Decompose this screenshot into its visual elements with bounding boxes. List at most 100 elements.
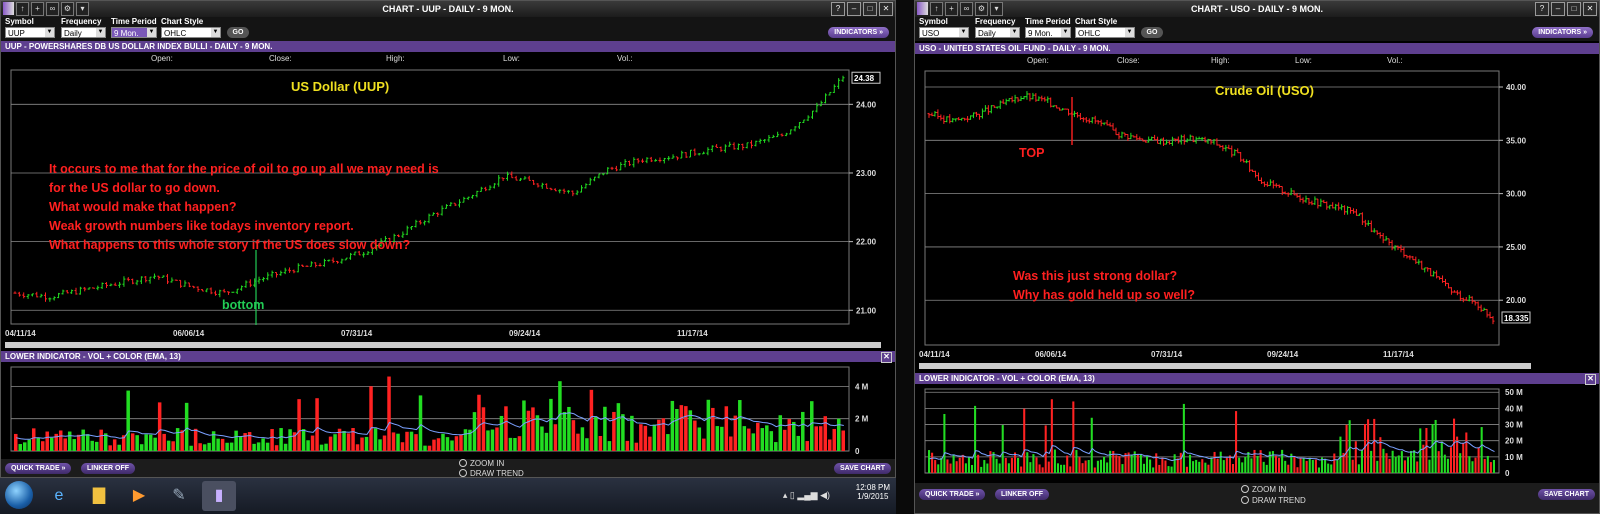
close-icon[interactable]: ✕: [881, 352, 892, 363]
menu-dropdown-icon[interactable]: ▾: [990, 2, 1003, 16]
chart-window-uup: ↑ + ∞ ⚙ ▾ CHART - UUP - DAILY - 9 MON. ?…: [0, 0, 896, 478]
frequency-select[interactable]: Daily ▼: [61, 27, 106, 38]
volume-bar: [274, 445, 279, 451]
pin-icon[interactable]: ↑: [930, 2, 943, 16]
volume-bar: [747, 428, 751, 451]
uup-price-chart[interactable]: 21.00 22.00 23.00 24.00 04/11/14 06/06/14 07/3…: [1, 65, 896, 351]
volume-bar: [998, 463, 1001, 473]
volume-bar: [85, 434, 90, 451]
frequency-label: Frequency: [61, 17, 102, 26]
volume-bar: [193, 428, 198, 451]
volume-bar: [1044, 425, 1047, 473]
save-chart-button[interactable]: SAVE CHART: [1538, 489, 1595, 500]
settings-icon[interactable]: ⚙: [61, 2, 74, 16]
volume-bar: [643, 425, 648, 451]
link-icon[interactable]: ∞: [46, 2, 59, 16]
uso-volume-chart[interactable]: 0 10 M 20 M 30 M 40 M 50 M: [915, 385, 1600, 481]
window-titlebar[interactable]: ↑ + ∞ ⚙ ▾ CHART - UUP - DAILY - 9 MON. ?…: [1, 1, 895, 17]
volume-bar: [1201, 459, 1204, 473]
uso-price-chart[interactable]: 20.00 25.00 30.00 35.00 40.00 04/11/14 06/06/1…: [915, 67, 1600, 373]
system-tray-icons[interactable]: ▴ ▯ ▂▄▆ ◀): [783, 490, 830, 501]
chevron-down-icon[interactable]: ▼: [147, 28, 156, 37]
chart-style-select[interactable]: OHLC ▼: [161, 27, 221, 38]
x-tick-label: 06/06/14: [173, 329, 205, 338]
frequency-label: Frequency: [975, 17, 1016, 26]
link-icon[interactable]: ∞: [960, 2, 973, 16]
volume-bar: [1483, 458, 1486, 473]
uup-volume-chart[interactable]: 0 2 M 4 M: [1, 363, 896, 459]
minimize-icon[interactable]: –: [1551, 2, 1565, 16]
charting-app-icon[interactable]: ▮: [202, 481, 236, 511]
crosshair-icon[interactable]: +: [31, 2, 44, 16]
settings-icon[interactable]: ⚙: [975, 2, 988, 16]
close-icon[interactable]: ✕: [1585, 374, 1596, 385]
volume-bar: [711, 407, 715, 451]
volume-bar: [961, 454, 964, 473]
x-tick-label: 11/17/14: [677, 329, 708, 338]
chevron-down-icon[interactable]: ▼: [211, 28, 220, 37]
app-logo-icon: [917, 2, 928, 15]
chevron-down-icon[interactable]: ▼: [1125, 28, 1134, 37]
chevron-down-icon[interactable]: ▼: [1010, 28, 1019, 37]
chevron-down-icon[interactable]: ▼: [96, 28, 105, 37]
frequency-select[interactable]: Daily ▼: [975, 27, 1020, 38]
volume-bar: [756, 422, 760, 451]
close-icon[interactable]: ✕: [879, 2, 893, 16]
symbol-input[interactable]: UUP ▼: [5, 27, 55, 38]
volume-bar: [387, 376, 391, 451]
volume-bar: [1397, 455, 1400, 473]
go-button[interactable]: GO: [1141, 27, 1163, 38]
draw-trend-radio[interactable]: DRAW TREND: [1241, 496, 1306, 505]
chevron-down-icon[interactable]: ▼: [1061, 28, 1070, 37]
start-button[interactable]: [5, 481, 33, 509]
volume-bar: [1489, 462, 1492, 473]
crosshair-icon[interactable]: +: [945, 2, 958, 16]
indicators-button[interactable]: INDICATORS »: [828, 27, 889, 38]
volume-bar: [378, 439, 382, 451]
help-icon[interactable]: ?: [1535, 2, 1549, 16]
time-period-select[interactable]: 9 Mon. ▼: [111, 27, 157, 38]
save-chart-button[interactable]: SAVE CHART: [834, 463, 891, 474]
indicators-button[interactable]: INDICATORS »: [1532, 27, 1593, 38]
pen-tool-icon[interactable]: ✎: [162, 481, 196, 511]
volume-bar: [1357, 464, 1360, 473]
maximize-icon[interactable]: □: [863, 2, 877, 16]
quick-trade-button[interactable]: QUICK TRADE »: [5, 463, 72, 474]
clock[interactable]: 12:08 PM 1/9/2015: [856, 483, 890, 501]
chevron-down-icon[interactable]: ▼: [959, 28, 968, 37]
internet-explorer-icon[interactable]: e: [42, 481, 76, 511]
volume-bar: [162, 433, 166, 451]
draw-trend-radio[interactable]: DRAW TREND: [459, 469, 524, 477]
folder-icon[interactable]: ▇: [82, 481, 116, 511]
linker-button[interactable]: LINKER OFF: [81, 463, 135, 474]
go-button[interactable]: GO: [227, 27, 249, 38]
quick-trade-button[interactable]: QUICK TRADE »: [919, 489, 986, 500]
volume-bar: [1103, 456, 1106, 473]
symbol-input[interactable]: USO ▼: [919, 27, 969, 38]
time-period-select[interactable]: 9 Mon. ▼: [1025, 27, 1071, 38]
maximize-icon[interactable]: □: [1567, 2, 1581, 16]
zoom-in-radio[interactable]: ZOOM IN: [1241, 485, 1286, 494]
window-titlebar[interactable]: ↑ + ∞ ⚙ ▾ CHART - USO - DAILY - 9 MON. ?…: [915, 1, 1599, 17]
volume-bar: [409, 431, 414, 451]
close-icon[interactable]: ✕: [1583, 2, 1597, 16]
y-tick-label: 20 M: [1505, 437, 1523, 446]
pin-icon[interactable]: ↑: [16, 2, 29, 16]
volume-bar: [1096, 460, 1099, 473]
media-player-icon[interactable]: ▶: [122, 481, 156, 511]
volume-bar: [693, 420, 697, 451]
minimize-icon[interactable]: –: [847, 2, 861, 16]
last-price-label: 18.335: [1504, 314, 1529, 323]
menu-dropdown-icon[interactable]: ▾: [76, 2, 89, 16]
linker-button[interactable]: LINKER OFF: [995, 489, 1049, 500]
help-icon[interactable]: ?: [831, 2, 845, 16]
zoom-in-radio[interactable]: ZOOM IN: [459, 459, 504, 468]
volume-bar: [967, 456, 970, 473]
volume-bar: [112, 439, 117, 451]
chevron-down-icon[interactable]: ▼: [45, 28, 54, 37]
clock-time: 12:08 PM: [855, 483, 890, 492]
y-tick-label: 21.00: [856, 306, 877, 315]
chart-style-select[interactable]: OHLC ▼: [1075, 27, 1135, 38]
volume-bar: [1038, 464, 1041, 473]
volume-bar: [562, 411, 567, 451]
